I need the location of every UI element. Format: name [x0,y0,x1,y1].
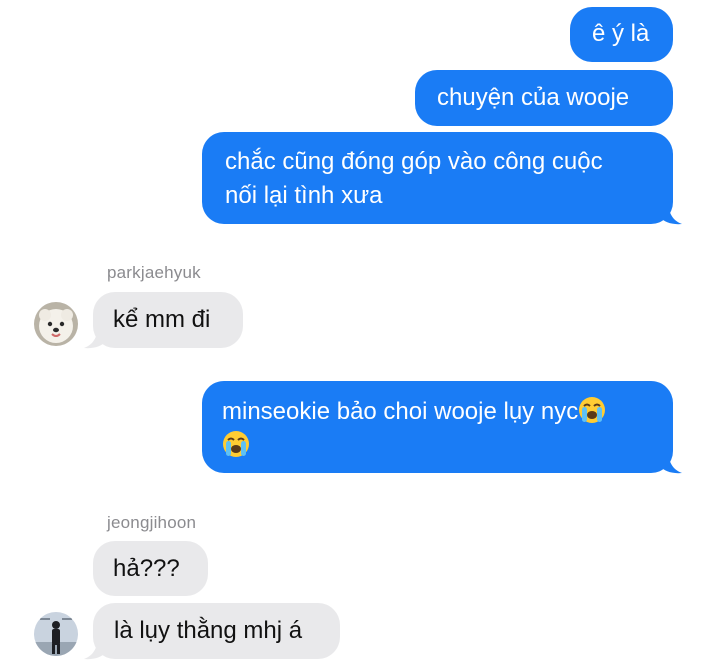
sent-message-2[interactable]: chuyện của wooje [415,70,673,126]
message-text-line-1: minseokie bảo choi wooje lụy nyc [222,398,579,425]
received-bubble-tail [84,638,106,660]
sent-bubble-tail [660,452,682,474]
sent-message-1[interactable]: ê ý là [570,7,673,62]
message-text: chuyện của wooje [437,84,630,111]
sent-message-4[interactable]: minseokie bảo choi wooje lụy nyc [202,381,673,473]
sent-message-3[interactable]: chắc cũng đóng góp vào công cuộc nối lại… [202,132,673,224]
loudly-crying-face-icon [579,397,606,423]
message-text: kể mm đi [113,306,211,333]
received-message-3[interactable]: là lụy thằng mhj á [93,603,340,659]
message-text: là lụy thằng mhj á [114,617,303,644]
sent-bubble-tail [660,203,682,225]
received-message-2[interactable]: hả??? [93,541,208,596]
message-text: ê ý là [592,20,650,47]
received-bubble-tail [84,327,106,349]
message-text-line-2: nối lại tình xưa [225,182,383,209]
sender-name: jeongjihoon [107,513,197,532]
message-text: hả??? [113,555,180,582]
message-text-line-1: chắc cũng đóng góp vào công cuộc [225,148,603,175]
received-message-1[interactable]: kể mm đi [93,292,243,348]
avatar[interactable] [34,612,78,656]
loudly-crying-face-icon [223,431,249,457]
sender-name: parkjaehyuk [107,263,201,282]
white-dog-avatar-icon [34,302,78,346]
person-standing-avatar-icon [34,612,78,656]
avatar[interactable] [34,302,78,346]
